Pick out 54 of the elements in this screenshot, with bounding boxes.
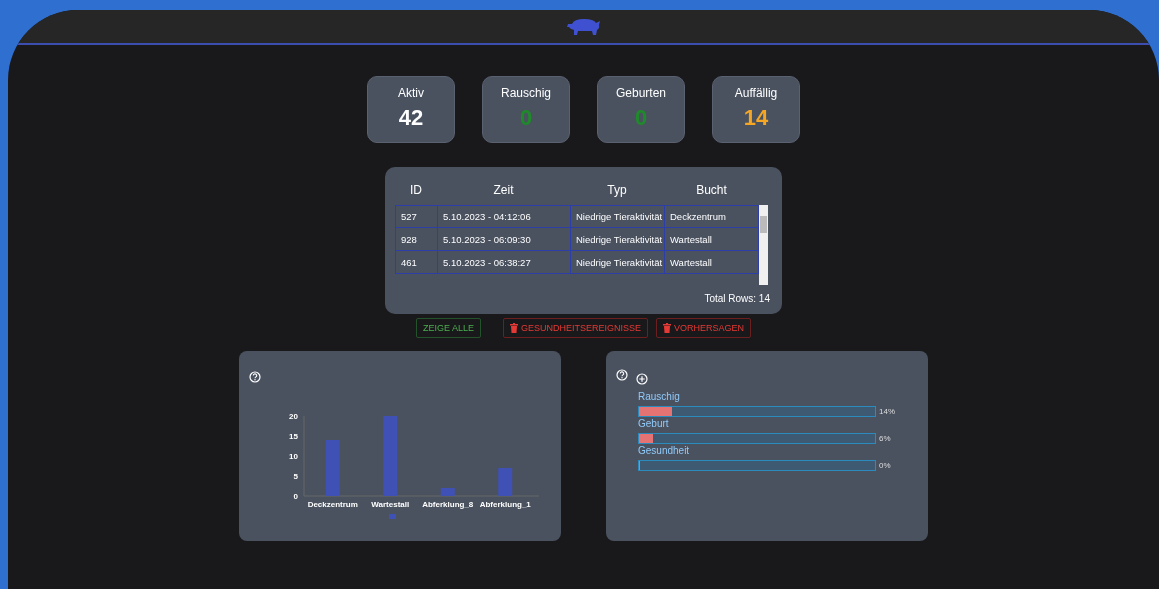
stat-label: Geburten: [615, 86, 666, 100]
stat-label: Rauschig: [501, 86, 551, 100]
table-cell: 928: [396, 228, 438, 250]
axis-label: Abferklung_1: [479, 500, 531, 509]
table-cell: Niedrige Tieraktivität: [571, 228, 665, 250]
scrollbar[interactable]: [759, 205, 768, 285]
bar: [498, 468, 513, 496]
delete-button[interactable]: VORHERSAGEN: [656, 318, 752, 338]
table-cell: 461: [396, 251, 438, 273]
bar: [440, 488, 455, 496]
stat-value: 0: [634, 105, 648, 131]
help-icon[interactable]: [616, 369, 628, 381]
table-cell: Niedrige Tieraktivität: [571, 251, 665, 273]
table-cell: 5.10.2023 - 04:12:06: [438, 206, 571, 227]
stat-label: Auffällig: [734, 86, 778, 100]
column-header: Zeit: [492, 183, 515, 197]
axis-tick: 0: [293, 491, 298, 501]
table-cell: 5.10.2023 - 06:09:30: [438, 228, 571, 250]
pig-logo-icon: [565, 17, 602, 36]
axis-tick: 10: [289, 451, 298, 461]
stat-value: 14: [743, 105, 769, 131]
stat-label: Aktiv: [398, 86, 424, 100]
column-header: Bucht: [695, 183, 728, 197]
table-cell-text: Deckzentrum: [669, 210, 727, 224]
axis-tick: 15: [289, 431, 298, 441]
stat-value: 42: [398, 105, 424, 131]
progress-label: Gesundheit: [638, 445, 691, 456]
trash-icon: [663, 323, 671, 333]
progress-reading: 6%: [879, 434, 891, 443]
axis-label: Abferklung_8: [422, 500, 474, 509]
bar: [325, 440, 340, 496]
total-rows: Total Rows: 14: [395, 293, 770, 304]
progress-label: Geburt: [638, 418, 670, 429]
progress-reading: 0%: [879, 461, 891, 470]
table-cell: 527: [396, 206, 438, 227]
help-icon[interactable]: [249, 371, 261, 383]
table-cell-text: Wartestall: [669, 232, 713, 247]
column-header: Typ: [606, 183, 628, 197]
axis-tick: 20: [289, 411, 298, 421]
progress-label: Rauschig: [638, 391, 681, 402]
table-cell-text: Wartestall: [669, 255, 713, 270]
stat-value: 0: [519, 105, 533, 131]
show-all-button[interactable]: ZEIGE ALLE: [415, 318, 481, 338]
axis-tick: 5: [293, 471, 298, 481]
axis-label: Wartestall: [371, 500, 410, 509]
delete-button[interactable]: GESUNDHEITSEREIGNISSE: [503, 318, 648, 338]
table-cell: Niedrige Tieraktivität: [571, 206, 665, 227]
add-icon[interactable]: [636, 373, 648, 385]
progress-reading: 14%: [879, 407, 895, 416]
axis-label: Deckzentrum: [307, 500, 358, 509]
trash-icon: [510, 323, 518, 333]
table-cell: 5.10.2023 - 06:38:27: [438, 251, 571, 273]
legend-swatch: [389, 514, 396, 519]
column-header: ID: [409, 183, 423, 197]
